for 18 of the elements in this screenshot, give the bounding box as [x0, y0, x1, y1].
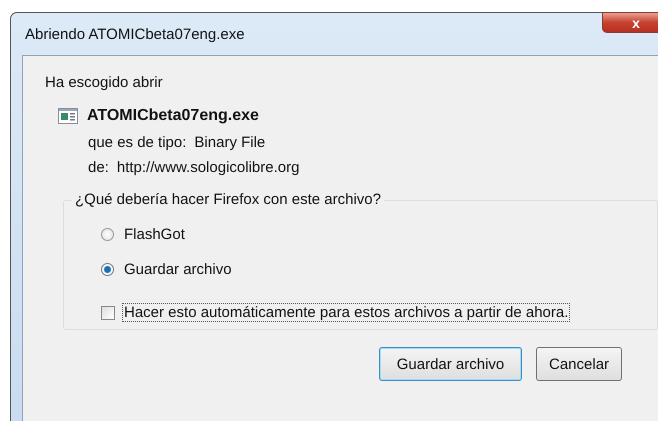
option-label[interactable]: Guardar archivo — [124, 261, 232, 278]
checkbox-label[interactable]: Hacer esto automáticamente para estos archivos a partir de ahora. — [123, 304, 570, 321]
source-url: http://www.sologicolibre.org — [116, 159, 300, 176]
window-title: Abriendo ATOMICbeta07eng.exe — [25, 26, 245, 42]
dialog-button[interactable]: Cancelar — [536, 347, 622, 381]
radio-button[interactable] — [101, 263, 114, 276]
radio-button[interactable] — [101, 228, 114, 241]
file-name: ATOMICbeta07eng.exe — [87, 107, 259, 125]
file-icon — [58, 108, 78, 124]
type-label: que es de tipo: — [88, 134, 186, 151]
type-value: Binary File — [194, 134, 266, 151]
close-button[interactable]: x — [602, 12, 658, 33]
dialog-button[interactable]: Guardar archivo — [379, 347, 522, 381]
group-legend: ¿Qué debería hacer Firefox con este archivo? — [72, 191, 384, 208]
option-label[interactable]: FlashGot — [124, 226, 185, 243]
checkbox[interactable] — [101, 306, 115, 320]
intro-text: Ha escogido abrir — [45, 74, 164, 91]
source-label: de: — [88, 159, 109, 176]
